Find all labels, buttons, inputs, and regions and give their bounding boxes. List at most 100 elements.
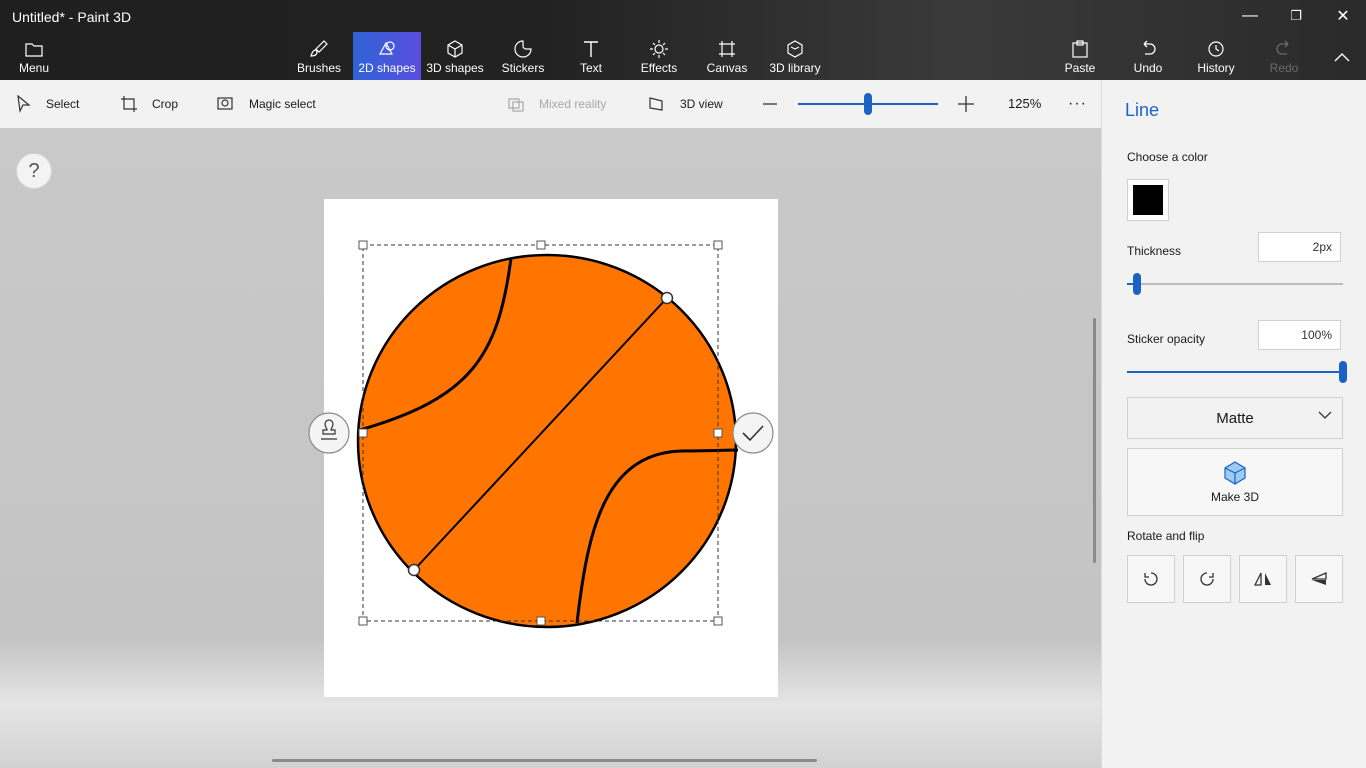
flip-vertical-button[interactable] — [1295, 555, 1343, 603]
3d-view-tool[interactable]: 3D view — [648, 80, 723, 128]
tab-3d-library[interactable]: 3D library — [767, 32, 823, 80]
thickness-input[interactable]: 2px — [1258, 232, 1341, 262]
minus-icon — [763, 103, 777, 105]
resize-handle[interactable] — [713, 240, 723, 250]
rotate-left-icon — [1144, 572, 1158, 586]
tab-label: Stickers — [501, 61, 545, 75]
tab-text[interactable]: Text — [569, 32, 613, 80]
tab-stickers[interactable]: Stickers — [497, 32, 549, 80]
menu-button[interactable]: Menu — [8, 32, 60, 80]
resize-handle[interactable] — [536, 616, 546, 626]
close-button[interactable]: ✕ — [1320, 0, 1366, 32]
resize-handle[interactable] — [713, 616, 723, 626]
flip-horizontal-icon — [1253, 572, 1271, 586]
resize-handle[interactable] — [536, 240, 546, 250]
make-3d-button[interactable]: Make 3D — [1127, 448, 1343, 516]
zoom-out-button[interactable] — [762, 80, 778, 128]
history-button[interactable]: History — [1192, 32, 1240, 80]
tab-3d-shapes[interactable]: 3D shapes — [424, 32, 486, 80]
sticker-icon — [513, 38, 533, 60]
tab-label: Text — [579, 61, 602, 75]
clipboard-icon — [1071, 38, 1089, 60]
flip-vertical-icon — [1311, 572, 1327, 585]
rotate-right-button[interactable] — [1183, 555, 1231, 603]
properties-panel: Line Choose a color Thickness 2px Sticke… — [1101, 80, 1366, 768]
paste-button[interactable]: Paste — [1058, 32, 1102, 80]
color-swatch[interactable] — [1127, 179, 1169, 221]
select-label: Select — [46, 97, 80, 111]
tab-label: Canvas — [706, 61, 748, 75]
plus-icon — [958, 96, 974, 112]
line-endpoint-handle[interactable] — [660, 291, 674, 305]
resize-handle[interactable] — [713, 428, 723, 438]
rotate-left-button[interactable] — [1127, 555, 1175, 603]
tab-canvas[interactable]: Canvas — [703, 32, 751, 80]
restore-button[interactable]: ❐ — [1273, 0, 1319, 32]
menu-label: Menu — [18, 61, 50, 75]
crop-icon — [120, 95, 138, 113]
crop-label: Crop — [152, 97, 179, 111]
zoom-in-button[interactable] — [957, 80, 975, 128]
zoom-slider-thumb[interactable] — [863, 93, 872, 115]
canvas-icon — [717, 38, 737, 60]
chevron-down-icon — [1318, 411, 1332, 419]
view-3d-icon — [648, 96, 666, 112]
chevron-up-icon — [1334, 46, 1350, 68]
window-title: Untitled* - Paint 3D — [12, 9, 132, 25]
magic-select-tool[interactable]: Magic select — [217, 80, 316, 128]
crop-tool[interactable]: Crop — [120, 80, 178, 128]
workspace: ? — [0, 128, 1101, 768]
thickness-slider-track[interactable] — [1127, 283, 1343, 285]
opacity-slider-track[interactable] — [1127, 371, 1343, 373]
rotate-right-icon — [1200, 572, 1214, 586]
zoom-level: 125% — [1008, 96, 1042, 111]
undo-label: Undo — [1133, 61, 1163, 75]
flip-horizontal-button[interactable] — [1239, 555, 1287, 603]
choose-color-label: Choose a color — [1127, 150, 1208, 164]
more-options-button[interactable]: ··· — [1068, 80, 1087, 128]
resize-handle[interactable] — [358, 428, 368, 438]
opacity-input[interactable]: 100% — [1258, 320, 1341, 350]
make-3d-label: Make 3D — [1210, 490, 1260, 504]
3d-view-label: 3D view — [680, 97, 723, 111]
stamp-button[interactable] — [308, 412, 350, 454]
finish-value: Matte — [1216, 409, 1254, 427]
thickness-label: Thickness — [1127, 244, 1182, 258]
minimize-button[interactable]: — — [1227, 0, 1273, 32]
brush-icon — [309, 38, 329, 60]
collapse-ribbon-button[interactable] — [1322, 32, 1362, 80]
vertical-scrollbar[interactable] — [1093, 318, 1096, 563]
cube-3d-icon — [1224, 461, 1246, 485]
history-icon — [1206, 38, 1226, 60]
rotate-flip-label: Rotate and flip — [1127, 529, 1205, 543]
line-endpoint-handle[interactable] — [407, 563, 421, 577]
confirm-button[interactable] — [732, 412, 774, 454]
opacity-slider-fill — [1127, 371, 1343, 373]
tab-effects[interactable]: Effects — [634, 32, 684, 80]
horizontal-scrollbar[interactable] — [272, 759, 817, 762]
color-swatch-fill — [1133, 185, 1163, 215]
select-tool[interactable]: Select — [16, 80, 79, 128]
shapes-2d-icon — [377, 38, 397, 60]
mixed-reality-tool[interactable]: Mixed reality — [507, 80, 606, 128]
panel-title: Line — [1125, 100, 1160, 120]
undo-icon — [1138, 38, 1158, 60]
opacity-label: Sticker opacity — [1127, 332, 1206, 346]
redo-label: Redo — [1269, 61, 1299, 75]
library-icon — [785, 38, 805, 60]
tab-brushes[interactable]: Brushes — [292, 32, 346, 80]
undo-button[interactable]: Undo — [1126, 32, 1170, 80]
redo-button[interactable]: Redo — [1262, 32, 1306, 80]
toolbar: Select Crop Magic select Mixed reality 3… — [0, 80, 1101, 129]
opacity-slider-thumb[interactable] — [1339, 361, 1347, 383]
resize-handle[interactable] — [358, 240, 368, 250]
tab-label: 2D shapes — [358, 61, 416, 75]
resize-handle[interactable] — [358, 616, 368, 626]
tab-label: Effects — [640, 61, 678, 75]
tab-2d-shapes[interactable]: 2D shapes — [353, 32, 421, 80]
thickness-slider-thumb[interactable] — [1133, 273, 1142, 295]
finish-dropdown[interactable]: Matte — [1127, 397, 1343, 439]
mixed-reality-icon — [507, 96, 525, 112]
history-label: History — [1197, 61, 1235, 75]
paste-label: Paste — [1064, 61, 1096, 75]
